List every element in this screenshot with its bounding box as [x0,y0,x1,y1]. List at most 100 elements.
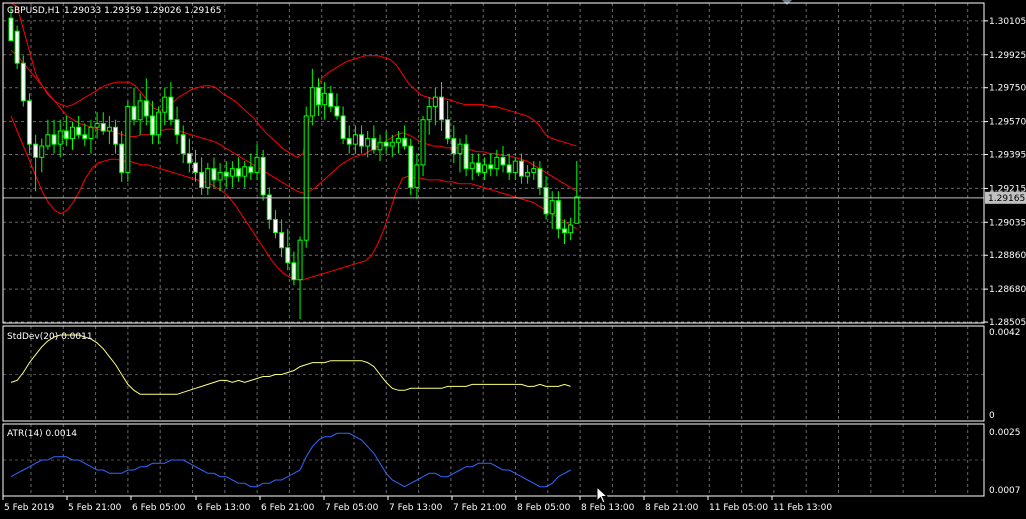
candle [408,138,414,195]
time-tick-label: 5 Feb 2019 [4,503,55,513]
candle [254,144,260,180]
candle-body-bear [383,141,389,147]
stddev-tick-label: 0.0042 [989,328,1021,338]
candle-body-bull [420,119,426,166]
candle-body-bear [63,130,69,140]
candle [26,93,32,154]
candle-body-bull [162,96,168,113]
candle [506,153,512,180]
candle [432,87,438,126]
candle-body-bear [193,162,198,173]
candle [236,157,242,182]
panel-frame [2,2,985,324]
candle-body-bear [562,228,567,234]
candle [260,149,266,201]
candle-body-bear [285,247,291,264]
candle-body-bull [432,96,438,108]
candle [119,131,125,182]
candle [285,228,291,271]
price-tick-label: 1.29395 [989,151,1026,161]
candle-body-bull [88,126,94,140]
candle-body-bear [174,119,180,136]
candle-body-bull [94,122,100,128]
candle [537,161,543,195]
chart-window[interactable]: GBPUSD,H1 1.29033 1.29359 1.29026 1.2916… [0,0,1026,519]
time-tick-label: 7 Feb 13:00 [389,503,443,513]
stddev-panel[interactable] [10,334,571,395]
atr-label: ATR(14) 0.0014 [7,429,77,439]
candle-body-bear [359,134,365,147]
candle-body-bear [439,96,444,121]
candle-body-bull [309,87,315,117]
candle-body-bear [463,143,469,170]
candle-body-bull [549,200,555,215]
candle-body-bull [39,145,45,158]
candle [106,115,112,145]
time-axis[interactable]: 5 Feb 2019 5 Feb 21:00 6 Feb 05:00 6 Feb 13… [2,496,832,513]
candle [100,112,106,135]
candle-body-bear [402,138,408,147]
candle [94,112,100,139]
candle [451,125,457,163]
candle [51,119,57,154]
time-tick-label: 8 Feb 13:00 [581,503,635,513]
candle [574,161,580,224]
time-tick-label: 8 Feb 21:00 [645,503,699,513]
candle-body-bull [254,156,260,173]
candle-body-bull [322,92,328,106]
time-tick-label: 7 Feb 05:00 [325,503,379,513]
candle-body-bear [168,96,174,121]
candle-body-bear [20,62,26,102]
candle [70,121,75,150]
price-panel[interactable] [3,2,984,320]
candle-body-bear [488,164,494,170]
candle [242,161,248,188]
price-tick-label: 1.28860 [989,251,1026,261]
stddev-axis: 0.0042 0 [989,328,1021,421]
candle [475,153,481,177]
candle [279,219,285,258]
candle [20,55,26,107]
candle [328,85,334,113]
candle-body-bear [408,145,414,188]
candle [14,25,20,69]
candle [309,68,315,126]
candle-body-bull [303,115,309,241]
candle [346,125,352,154]
candle-body-bear [33,143,39,158]
candle [57,119,63,158]
candle [303,106,309,248]
candle [82,123,88,147]
time-tick-label: 6 Feb 05:00 [132,503,186,513]
candle-body-bear [8,17,14,42]
stddev-label: StdDev(20) 0.0011 [7,332,93,342]
candle-body-bull [482,164,488,173]
candle [229,161,235,188]
candle-body-bear [279,232,285,249]
symbol-label: GBPUSD,H1 [7,6,60,16]
candle [457,138,463,173]
candle-body-bull [45,134,51,147]
candle-body-bull [395,138,401,143]
candle-body-bull [70,126,75,140]
panel-frame [2,325,985,422]
panel-frame [2,423,985,497]
price-axis[interactable]: 1.301051.299251.297501.295701.293951.292… [984,17,1026,328]
candle [359,125,365,154]
candle-body-bear [180,134,186,155]
candle [439,82,444,131]
candle-body-bull [106,126,112,132]
candle-body-bear [328,92,334,108]
panel-borders [2,2,985,497]
candle [291,251,297,286]
candle [131,87,137,126]
candle-body-bull [125,106,131,173]
time-tick-label: 11 Feb 05:00 [709,503,768,513]
candle-body-bear [475,162,481,173]
candle [549,191,555,229]
candle [463,134,469,177]
price-tick-label: 1.29925 [989,51,1026,61]
stddev-tick-label: 0 [989,411,995,421]
candle-body-bull [365,138,371,147]
candle [334,93,340,120]
